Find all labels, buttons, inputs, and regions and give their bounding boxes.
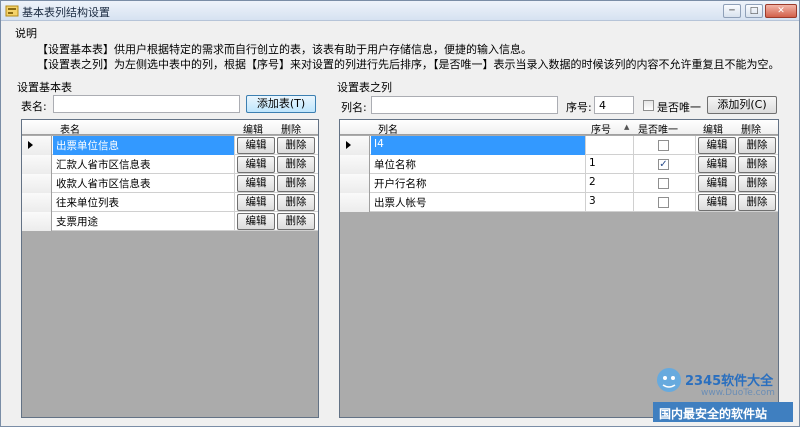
delete-button[interactable]: 删除	[738, 137, 776, 154]
watermark-slogan: 国内最安全的软件站	[659, 407, 768, 421]
window-title: 基本表列结构设置	[22, 6, 110, 19]
col-header-edit: 编辑	[703, 125, 723, 136]
description-line-2: 【设置表之列】为左侧选中表中的列，根据【序号】来对设置的列进行先后排序，【是否唯…	[37, 58, 780, 71]
unique-cell[interactable]	[634, 193, 696, 212]
order-cell[interactable]: 2	[586, 174, 634, 193]
delete-button[interactable]: 删除	[277, 156, 315, 173]
order-cell[interactable]	[586, 136, 634, 155]
col-header-column-name: 列名	[378, 125, 398, 136]
row-header[interactable]	[22, 212, 52, 231]
unique-cell[interactable]: ✓	[634, 155, 696, 174]
description-heading: 说明	[15, 27, 37, 40]
unique-checkbox-cell[interactable]	[658, 197, 669, 208]
table-row[interactable]: 往来单位列表 编辑 删除	[22, 193, 318, 212]
left-grid-header: 表名 编辑 删除	[22, 120, 318, 136]
unique-cell[interactable]	[634, 136, 696, 155]
col-header-unique: 是否唯一	[638, 125, 678, 136]
watermark-url: www.DuoTe.com	[701, 388, 775, 398]
table-name-cell[interactable]: 往来单位列表	[53, 193, 235, 212]
row-header[interactable]	[340, 155, 370, 174]
delete-button[interactable]: 删除	[277, 137, 315, 154]
row-header[interactable]	[22, 174, 52, 193]
col-header-order: 序号	[591, 125, 611, 136]
current-row-arrow-icon	[28, 141, 33, 149]
delete-button[interactable]: 删除	[738, 156, 776, 173]
maximize-button[interactable]: □	[745, 4, 763, 18]
column-row[interactable]: I4 编辑 删除	[340, 136, 778, 155]
order-cell[interactable]: 3	[586, 193, 634, 212]
table-name-cell[interactable]: 汇款人省市区信息表	[53, 155, 235, 174]
unique-checkbox-cell[interactable]	[658, 140, 669, 151]
edit-button[interactable]: 编辑	[237, 156, 275, 173]
description-line-1: 【设置基本表】供用户根据特定的需求而自行创立的表，该表有助于用户存储信息，便捷的…	[37, 43, 532, 56]
column-name-input[interactable]	[371, 96, 558, 114]
app-window: 基本表列结构设置 ─ □ ✕ 说明 【设置基本表】供用户根据特定的需求而自行创立…	[0, 0, 800, 427]
add-table-button[interactable]: 添加表(T)	[246, 95, 316, 113]
left-table-grid: 表名 编辑 删除 出票单位信息 编辑 删除 汇款人省市区信息表 编辑 删除 收款人省市区信息…	[21, 119, 319, 418]
delete-button[interactable]: 删除	[277, 175, 315, 192]
unique-checkbox-cell[interactable]: ✓	[658, 159, 669, 170]
column-row[interactable]: 出票人帐号 3 编辑 删除	[340, 193, 778, 212]
delete-button[interactable]: 删除	[738, 194, 776, 211]
col-header-delete: 删除	[741, 125, 761, 136]
sort-ascending-icon[interactable]: ▲	[624, 123, 629, 131]
col-header-table-name: 表名	[60, 125, 80, 136]
left-group-title: 设置基本表	[17, 81, 72, 94]
unique-label: 是否唯一	[657, 101, 701, 114]
edit-button[interactable]: 编辑	[237, 194, 275, 211]
col-header-delete: 删除	[281, 125, 301, 136]
column-row[interactable]: 开户行名称 2 编辑 删除	[340, 174, 778, 193]
current-row-arrow-icon	[346, 141, 351, 149]
edit-button[interactable]: 编辑	[698, 194, 736, 211]
minimize-button[interactable]: ─	[723, 4, 741, 18]
edit-button[interactable]: 编辑	[698, 156, 736, 173]
unique-cell[interactable]	[634, 174, 696, 193]
row-header[interactable]	[340, 193, 370, 212]
right-group-title: 设置表之列	[337, 81, 392, 94]
duote-watermark: 2345软件大全 www.DuoTe.com 国内最安全的软件站	[653, 358, 793, 422]
edit-button[interactable]: 编辑	[237, 137, 275, 154]
close-button[interactable]: ✕	[765, 4, 797, 18]
row-header[interactable]	[22, 136, 52, 155]
table-name-cell[interactable]: 出票单位信息	[53, 136, 235, 155]
column-name-cell[interactable]: I4	[371, 136, 586, 155]
watermark-brand: 2345软件大全	[685, 374, 774, 389]
table-row[interactable]: 支票用途 编辑 删除	[22, 212, 318, 231]
table-name-cell[interactable]: 支票用途	[53, 212, 235, 231]
title-bar: 基本表列结构设置 ─ □ ✕	[1, 1, 799, 21]
add-column-button[interactable]: 添加列(C)	[707, 96, 777, 114]
order-label: 序号:	[566, 101, 592, 114]
edit-button[interactable]: 编辑	[698, 175, 736, 192]
table-row[interactable]: 出票单位信息 编辑 删除	[22, 136, 318, 155]
table-name-cell[interactable]: 收款人省市区信息表	[53, 174, 235, 193]
table-row[interactable]: 汇款人省市区信息表 编辑 删除	[22, 155, 318, 174]
table-name-label: 表名:	[21, 100, 47, 113]
row-header[interactable]	[22, 155, 52, 174]
order-input[interactable]	[594, 96, 634, 114]
delete-button[interactable]: 删除	[277, 194, 315, 211]
table-row[interactable]: 收款人省市区信息表 编辑 删除	[22, 174, 318, 193]
row-header[interactable]	[340, 136, 370, 155]
edit-button[interactable]: 编辑	[237, 175, 275, 192]
edit-button[interactable]: 编辑	[237, 213, 275, 230]
edit-button[interactable]: 编辑	[698, 137, 736, 154]
unique-checkbox[interactable]	[643, 100, 654, 111]
right-grid-header: 列名 序号 ▲ 是否唯一 编辑 删除	[340, 120, 778, 136]
column-name-cell[interactable]: 出票人帐号	[371, 193, 586, 212]
column-name-cell[interactable]: 开户行名称	[371, 174, 586, 193]
delete-button[interactable]: 删除	[277, 213, 315, 230]
order-cell[interactable]: 1	[586, 155, 634, 174]
unique-checkbox-cell[interactable]	[658, 178, 669, 189]
column-name-label: 列名:	[341, 101, 367, 114]
app-icon	[5, 5, 19, 17]
delete-button[interactable]: 删除	[738, 175, 776, 192]
table-name-input[interactable]	[53, 95, 240, 113]
column-name-cell[interactable]: 单位名称	[371, 155, 586, 174]
row-header[interactable]	[340, 174, 370, 193]
col-header-edit: 编辑	[243, 125, 263, 136]
column-row[interactable]: 单位名称 1 ✓ 编辑 删除	[340, 155, 778, 174]
row-header[interactable]	[22, 193, 52, 212]
